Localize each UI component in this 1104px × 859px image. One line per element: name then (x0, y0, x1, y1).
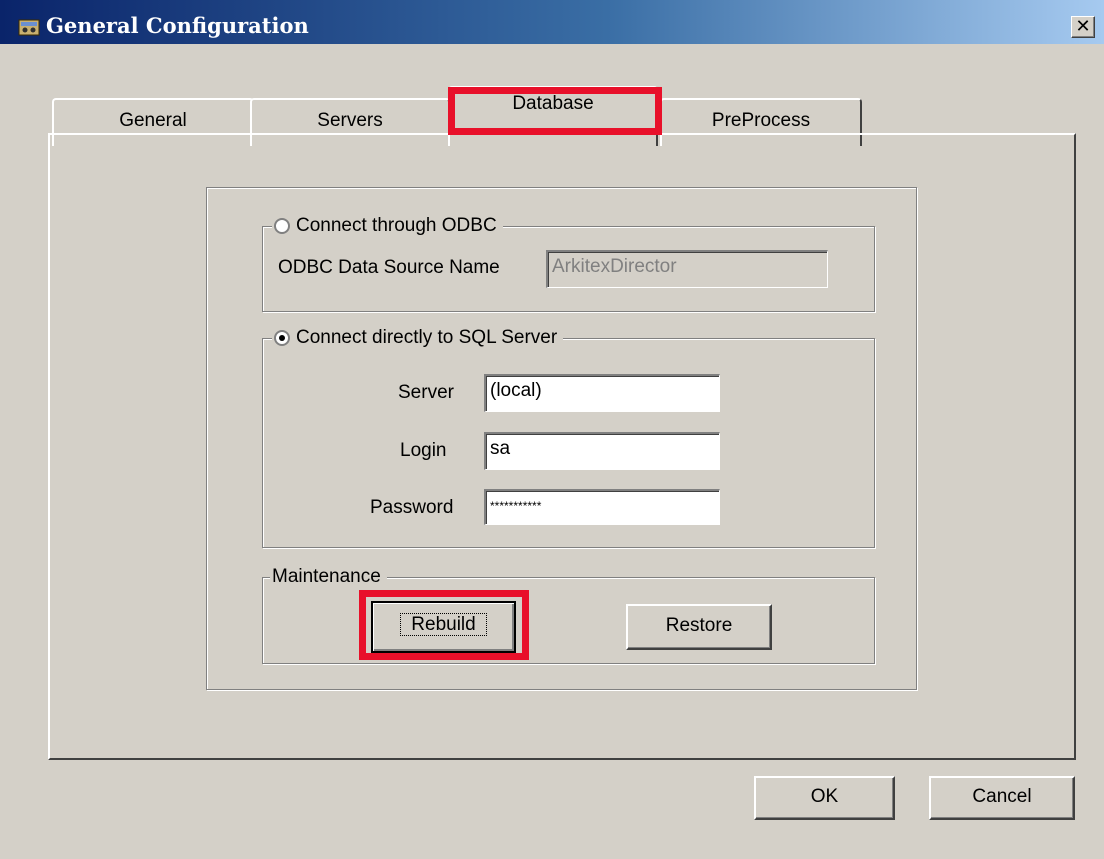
tab-database[interactable]: Database (448, 86, 658, 146)
title-bar: General Configuration ✕ (0, 0, 1104, 44)
window-title: General Configuration (46, 13, 309, 38)
close-button[interactable]: ✕ (1071, 16, 1095, 38)
dsn-label: ODBC Data Source Name (278, 257, 500, 278)
server-label: Server (398, 382, 454, 403)
sql-radio-icon[interactable] (274, 330, 290, 346)
dsn-input[interactable]: ArkitexDirector (546, 250, 828, 288)
login-input[interactable]: sa (484, 432, 720, 470)
cancel-button[interactable]: Cancel (929, 776, 1075, 820)
close-icon: ✕ (1075, 16, 1091, 36)
app-icon (18, 19, 40, 36)
server-input[interactable]: (local) (484, 374, 720, 412)
maintenance-group (262, 577, 875, 664)
sql-radio[interactable]: Connect directly to SQL Server (272, 327, 564, 349)
maintenance-label: Maintenance (270, 566, 387, 588)
password-label: Password (370, 497, 454, 518)
ok-button[interactable]: OK (754, 776, 895, 820)
odbc-radio-icon[interactable] (274, 218, 290, 234)
odbc-radio-label: Connect through ODBC (296, 215, 497, 236)
login-label: Login (400, 440, 447, 461)
password-input[interactable]: *********** (484, 489, 720, 525)
rebuild-button[interactable]: Rebuild (371, 601, 516, 653)
restore-button[interactable]: Restore (626, 604, 772, 650)
odbc-radio[interactable]: Connect through ODBC (272, 215, 503, 237)
sql-radio-label: Connect directly to SQL Server (296, 327, 558, 348)
